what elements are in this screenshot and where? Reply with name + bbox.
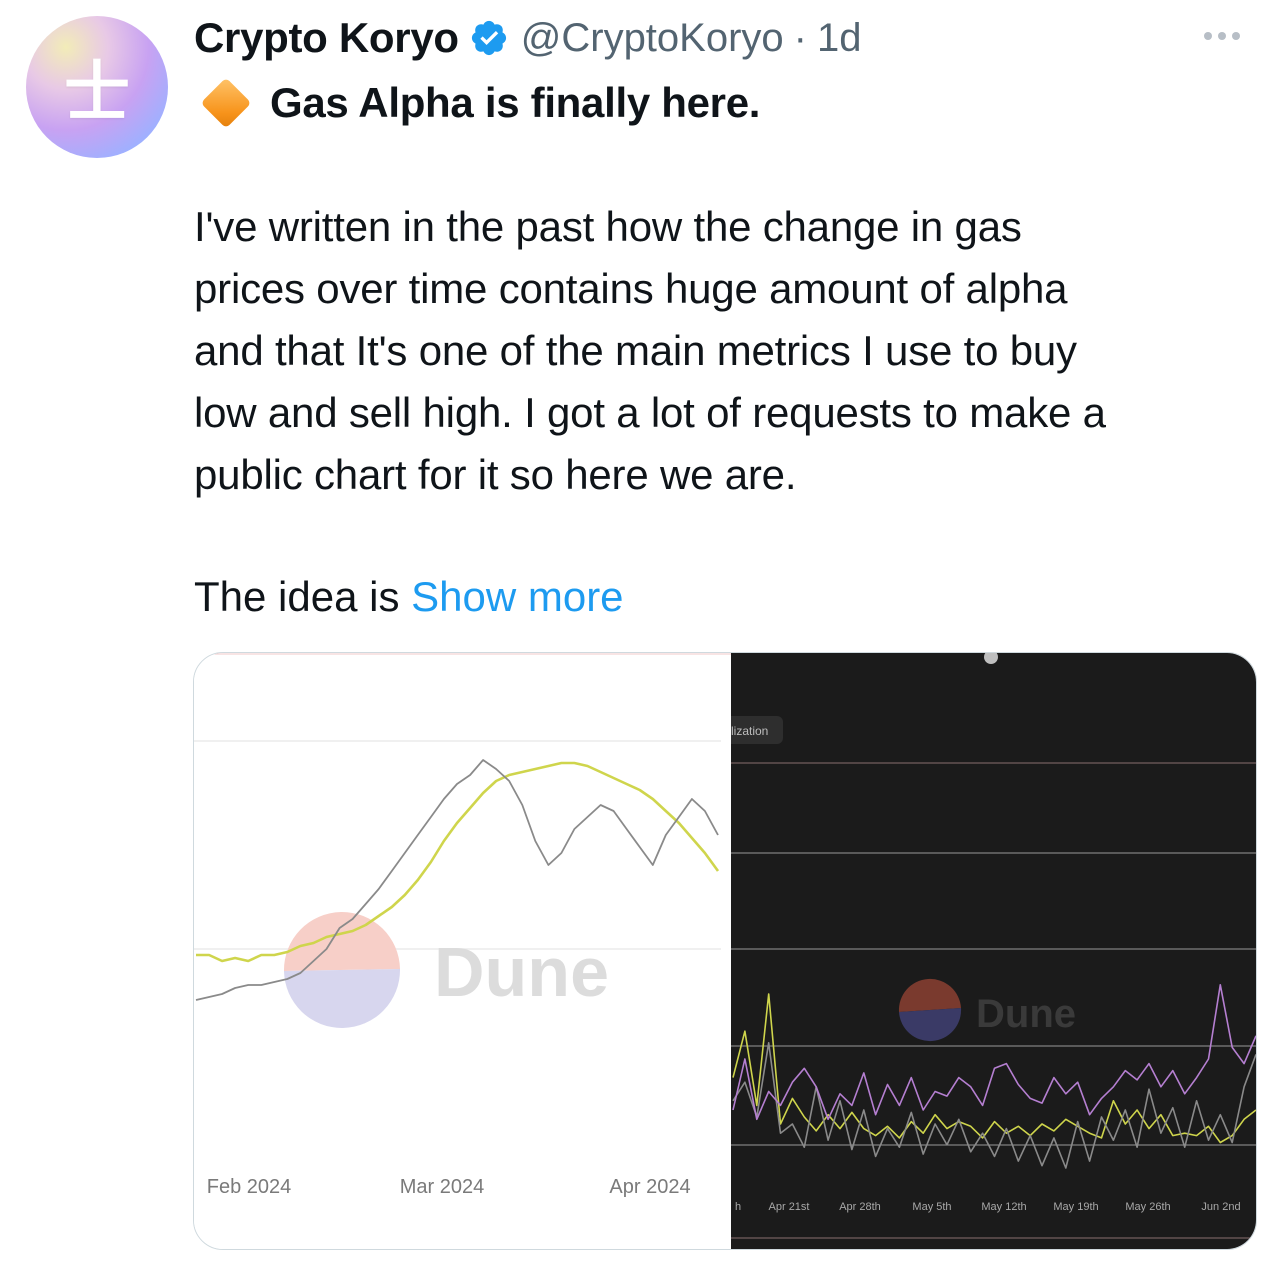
show-more-link[interactable]: Show more <box>411 573 623 620</box>
author-name[interactable]: Crypto Koryo <box>194 14 459 62</box>
more-dot <box>1232 32 1240 40</box>
watermark-text: Dune <box>976 992 1076 1036</box>
dune-logo-top <box>283 912 400 971</box>
dune-logo-bottom <box>899 1008 962 1042</box>
page-indicator-dot <box>984 653 998 664</box>
body-line: I've written in the past how the change … <box>194 203 1022 250</box>
separator-dot: · <box>793 15 807 60</box>
body-line: low and sell high. I got a lot of reques… <box>194 389 1106 436</box>
x-tick-label: May 12th <box>981 1201 1026 1213</box>
more-dot <box>1204 32 1212 40</box>
x-tick-label: Apr 21st <box>769 1201 810 1213</box>
chart-image-left[interactable]: Dune Feb 2024 Mar 2024 Apr 2024 <box>194 653 731 1249</box>
tweet-headline: Gas Alpha is finally here. <box>196 74 760 132</box>
tweet-header: Crypto Koryo @CryptoKoryo · 1d <box>194 10 862 66</box>
x-tick-label: May 19th <box>1053 1201 1098 1213</box>
series-line-2 <box>732 1042 1256 1169</box>
headline-text: Gas Alpha is finally here. <box>270 79 761 126</box>
x-tick-label: May 5th <box>912 1201 951 1213</box>
author-handle[interactable]: @CryptoKoryo <box>521 16 784 61</box>
avatar-glyph: 士 <box>64 53 130 131</box>
media-container[interactable]: Dune Feb 2024 Mar 2024 Apr 2024 lization Dun… <box>193 652 1257 1250</box>
more-dot <box>1218 32 1226 40</box>
series-line-1 <box>196 761 720 963</box>
x-tick-label: h <box>735 1201 741 1213</box>
x-tick-label: Feb 2024 <box>207 1176 292 1198</box>
dune-logo-bottom <box>284 969 401 1028</box>
top-label: lization <box>731 724 768 738</box>
orange-diamond-icon <box>200 77 252 129</box>
idea-line: The idea is Show more <box>194 566 624 628</box>
gas-chart-left: Dune Feb 2024 Mar 2024 Apr 2024 <box>194 653 731 1198</box>
chart-image-right[interactable]: lization Dune h Apr 21st Apr 28th May 5th May … <box>731 653 1256 1249</box>
avatar[interactable]: 士 <box>26 16 168 158</box>
timestamp[interactable]: 1d <box>817 16 862 61</box>
x-tick-label: Jun 2nd <box>1201 1201 1240 1213</box>
dune-watermark: Dune <box>283 912 609 1028</box>
gas-chart-right: lization Dune h Apr 21st Apr 28th May 5th May … <box>731 653 1256 1239</box>
dune-watermark: Dune <box>898 978 1076 1042</box>
body-line: prices over time contains huge amount of… <box>194 265 1068 312</box>
verified-badge-icon[interactable] <box>469 18 509 58</box>
body-line: public chart for it so here we are. <box>194 451 797 498</box>
idea-prefix: The idea is <box>194 573 412 620</box>
dune-logo-top <box>898 978 961 1012</box>
x-tick-label: Apr 2024 <box>609 1176 690 1198</box>
body-line: and that It's one of the main metrics I … <box>194 327 1077 374</box>
watermark-text: Dune <box>434 933 609 1011</box>
x-tick-label: Apr 28th <box>839 1201 881 1213</box>
x-tick-label: May 26th <box>1125 1201 1170 1213</box>
x-tick-label: Mar 2024 <box>400 1176 485 1198</box>
more-options-icon[interactable] <box>1204 24 1240 48</box>
tweet-body: I've written in the past how the change … <box>194 196 1254 506</box>
